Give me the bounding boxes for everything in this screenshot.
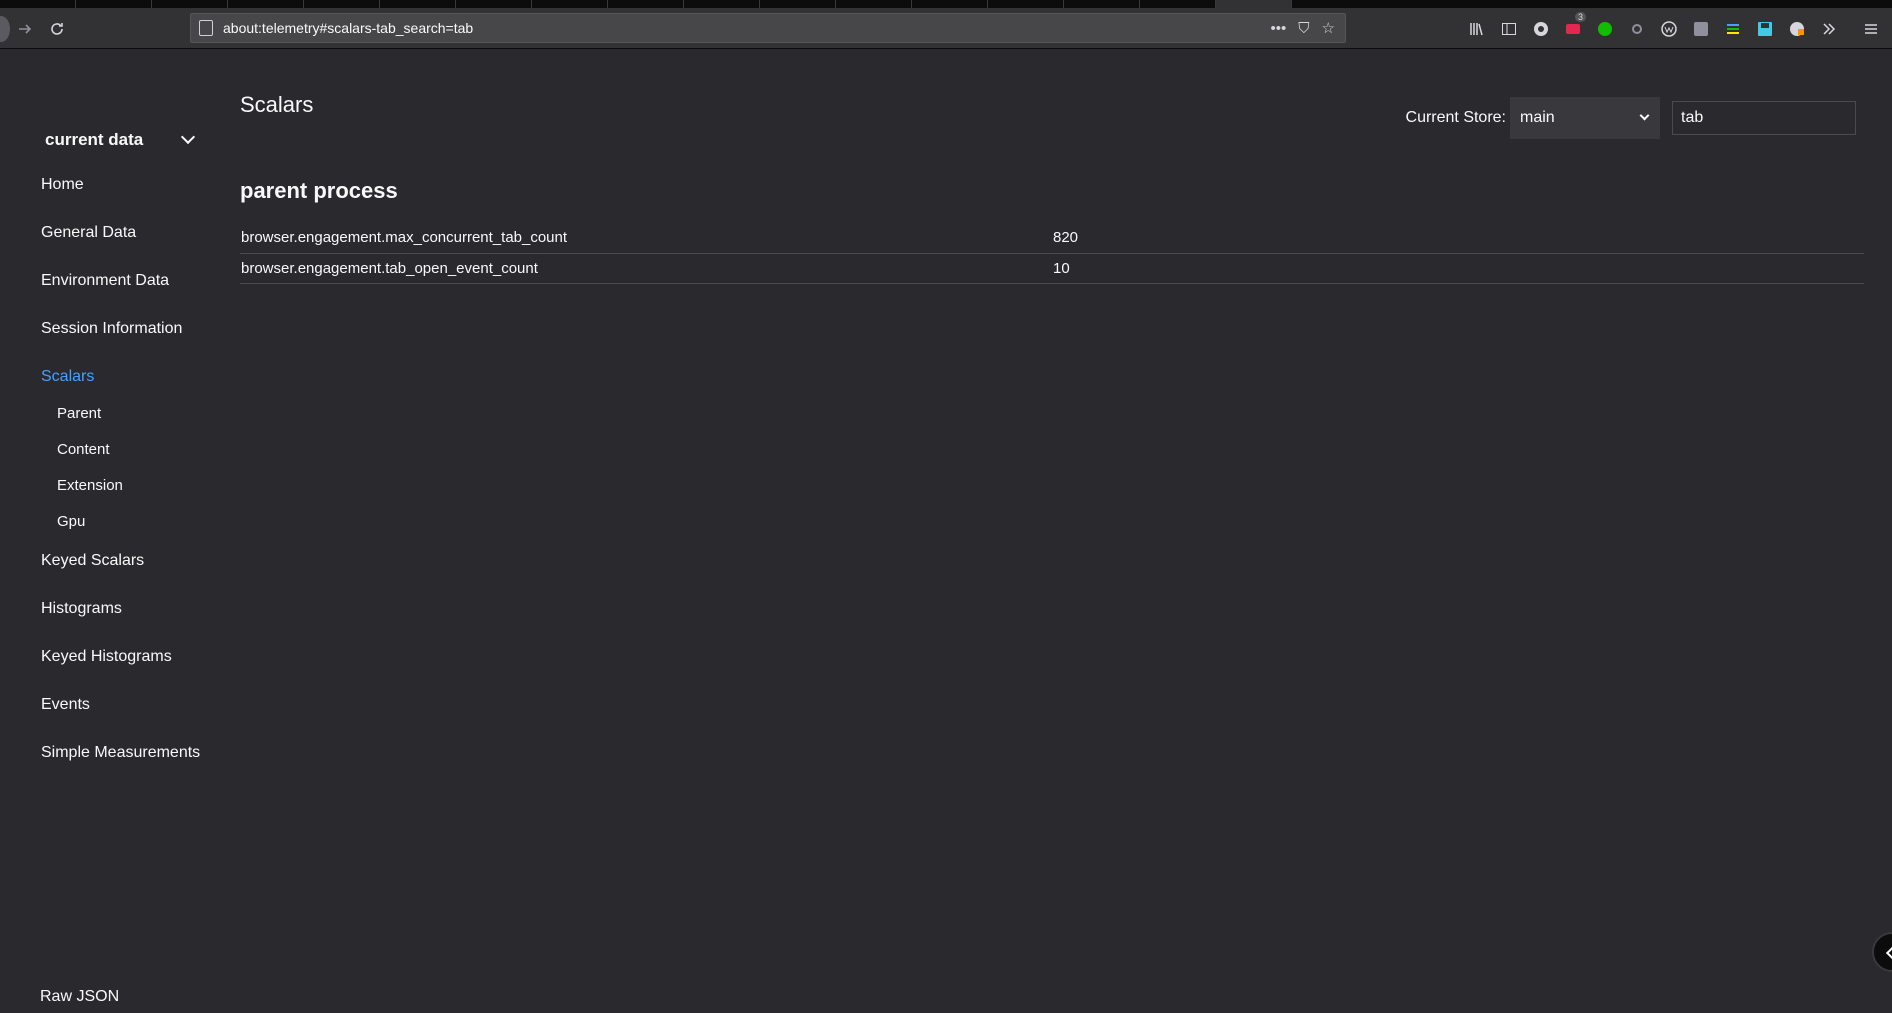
sidebar-item-simple-measurements[interactable]: Simple Measurements: [41, 744, 200, 762]
store-select-value: main: [1520, 109, 1555, 126]
reload-icon: [51, 23, 63, 35]
sidebar-subitem-content[interactable]: Content: [57, 441, 110, 458]
tab[interactable]: [0, 0, 76, 8]
scalar-key: browser.engagement.tab_open_event_count: [240, 253, 1052, 284]
tab[interactable]: [380, 0, 456, 8]
extension-icon[interactable]: [1530, 18, 1552, 40]
menu-icon[interactable]: [1860, 18, 1882, 40]
extension-stack-icon[interactable]: [1722, 18, 1744, 40]
active-tab[interactable]: [1216, 0, 1292, 8]
extension-w-icon[interactable]: [1658, 18, 1680, 40]
tab[interactable]: [760, 0, 836, 8]
extension-badge-icon[interactable]: 3: [1562, 12, 1586, 40]
badge-count: 3: [1574, 12, 1586, 22]
overflow-icon[interactable]: [1818, 18, 1840, 40]
sidebar-subitem-parent[interactable]: Parent: [57, 405, 101, 422]
sidebar-icon[interactable]: [1498, 18, 1520, 40]
url-bar[interactable]: about:telemetry#scalars-tab_search=tab •…: [190, 13, 1346, 43]
store-controls: Current Store: main: [1406, 97, 1856, 139]
page-title: Scalars: [240, 92, 314, 117]
scalar-key: browser.engagement.max_concurrent_tab_co…: [240, 223, 1052, 254]
extension-green-icon[interactable]: [1594, 18, 1616, 40]
tab[interactable]: [912, 0, 988, 8]
sidebar-item-home[interactable]: Home: [41, 176, 84, 194]
tab[interactable]: [608, 0, 684, 8]
chevron-down-icon: [181, 129, 196, 145]
sidebar-item-events[interactable]: Events: [41, 696, 90, 714]
extension-lock-icon[interactable]: [1786, 18, 1808, 40]
reload-button[interactable]: [44, 16, 70, 42]
sidebar-item-general-data[interactable]: General Data: [41, 224, 136, 242]
pocket-icon[interactable]: ⛉: [1298, 20, 1309, 37]
url-text[interactable]: about:telemetry#scalars-tab_search=tab: [223, 20, 1271, 36]
bookmark-star-icon[interactable]: ☆: [1322, 19, 1335, 37]
extension-gear-icon[interactable]: [1626, 18, 1648, 40]
tab[interactable]: [684, 0, 760, 8]
forward-arrow-icon: [19, 24, 32, 34]
page-icon: [199, 20, 213, 36]
tab-strip: [0, 0, 1892, 8]
tab[interactable]: [1140, 0, 1216, 8]
sidebar-item-histograms[interactable]: Histograms: [41, 600, 122, 618]
page-actions-icon[interactable]: •••: [1271, 20, 1287, 37]
table-row: browser.engagement.tab_open_event_count …: [240, 253, 1864, 284]
scalar-value: 10: [1052, 253, 1864, 284]
sidebar-subitem-gpu[interactable]: Gpu: [57, 513, 85, 530]
tab[interactable]: [228, 0, 304, 8]
toolbar-icons: 3: [1466, 12, 1882, 42]
sidebar-item-keyed-scalars[interactable]: Keyed Scalars: [41, 552, 144, 570]
scalars-table: browser.engagement.max_concurrent_tab_co…: [240, 223, 1864, 284]
scroll-button[interactable]: [1872, 932, 1892, 972]
tab[interactable]: [532, 0, 608, 8]
tab[interactable]: [836, 0, 912, 8]
sidebar: current data Home General Data Environme…: [0, 50, 210, 1013]
sidebar-subitem-extension[interactable]: Extension: [57, 477, 123, 494]
table-row: browser.engagement.max_concurrent_tab_co…: [240, 223, 1864, 254]
section-title: parent process: [240, 178, 398, 203]
tab[interactable]: [152, 0, 228, 8]
tab[interactable]: [1064, 0, 1140, 8]
navigation-toolbar: about:telemetry#scalars-tab_search=tab •…: [0, 8, 1892, 49]
category-select[interactable]: current data: [45, 129, 196, 150]
raw-json-link[interactable]: Raw JSON: [40, 988, 119, 1006]
category-label: current data: [45, 130, 144, 149]
save-icon[interactable]: [1754, 18, 1776, 40]
back-button[interactable]: [0, 16, 10, 42]
chevron-down-icon: [1639, 110, 1650, 121]
sidebar-item-scalars[interactable]: Scalars: [41, 368, 94, 386]
tab[interactable]: [456, 0, 532, 8]
sidebar-item-session-information[interactable]: Session Information: [41, 320, 182, 338]
library-icon[interactable]: [1466, 18, 1488, 40]
sidebar-item-keyed-histograms[interactable]: Keyed Histograms: [41, 648, 172, 666]
scalar-value: 820: [1052, 223, 1864, 254]
search-input[interactable]: [1672, 101, 1856, 135]
tab[interactable]: [76, 0, 152, 8]
forward-button[interactable]: [12, 16, 38, 42]
extension-box-icon[interactable]: [1690, 18, 1712, 40]
tab[interactable]: [304, 0, 380, 8]
store-label: Current Store:: [1405, 109, 1506, 126]
sidebar-item-environment-data[interactable]: Environment Data: [41, 272, 169, 290]
tab[interactable]: [988, 0, 1064, 8]
store-select[interactable]: main: [1510, 97, 1660, 139]
